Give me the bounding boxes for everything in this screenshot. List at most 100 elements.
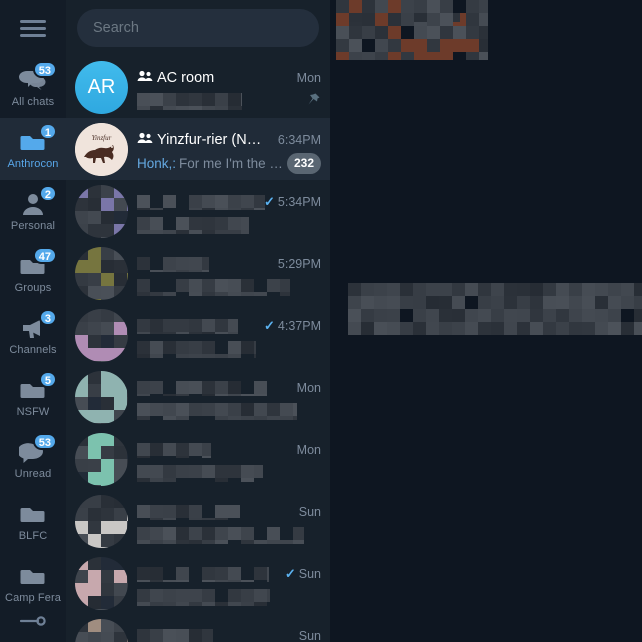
search-placeholder: Search <box>93 20 139 36</box>
sidebar-item-all-chats[interactable]: 53 All chats <box>0 56 66 118</box>
sidebar-item-camp-fera[interactable]: Camp Fera <box>0 552 66 614</box>
avatar <box>75 370 128 424</box>
unread-badge: 47 <box>32 246 57 264</box>
sidebar-item-unread[interactable]: 53 Unread <box>0 428 66 490</box>
chat-list-item[interactable]: ✓ Sun <box>66 552 330 614</box>
sidebar-item-groups[interactable]: 47 Groups <box>0 242 66 304</box>
folder-icon: 47 <box>18 246 57 279</box>
chat-timestamp: Mon <box>296 71 321 85</box>
unread-badge: 53 <box>32 432 57 450</box>
hamburger-menu-icon[interactable] <box>20 19 46 37</box>
search-input[interactable]: Search <box>77 9 319 47</box>
censored-message-snippet <box>137 526 304 544</box>
unread-badge: 2 <box>38 184 57 202</box>
sidebar-item-blfc[interactable]: BLFC <box>0 490 66 552</box>
censored-chat-title <box>137 504 240 520</box>
censored-chat-title <box>137 194 265 210</box>
chat-bubble-icon: 53 <box>18 432 57 465</box>
avatar-image: Yinzfur <box>75 122 128 176</box>
chat-list-item[interactable]: AR AC room Mon <box>66 56 330 118</box>
chat-title: Yinzfur-rier (NS… <box>157 132 268 148</box>
rail-header <box>0 0 66 56</box>
chat-timestamp-group: ✓ 5:34PM <box>258 194 321 210</box>
read-check-icon: ✓ <box>264 318 275 333</box>
person-icon: 2 <box>18 184 57 217</box>
avatar <box>75 556 128 610</box>
snippet-text: For me I'm the … <box>179 155 283 171</box>
chat-title: AC room <box>157 70 215 86</box>
chat-list-panel: Search AR AC room Mon Yinzfur Yinzfur-rier… <box>66 0 330 642</box>
chat-row-body: Sun <box>128 619 321 642</box>
censored-message-snippet <box>137 216 249 234</box>
sidebar-item-personal[interactable]: 2 Personal <box>0 180 66 242</box>
folder-icon <box>18 563 48 589</box>
chat-row-body: Sun <box>128 495 321 548</box>
chat-timestamp-group: Sun <box>293 629 321 642</box>
chat-row-body: 5:29PM <box>128 247 321 300</box>
chat-row-body: AC room Mon <box>128 61 321 114</box>
chat-list-item[interactable]: Mon <box>66 366 330 428</box>
search-bar: Search <box>66 0 330 56</box>
sidebar-item-channels[interactable]: 3 Channels <box>0 304 66 366</box>
censored-chat-title <box>137 566 269 582</box>
avatar-initials: AR <box>87 75 116 98</box>
message-pane <box>330 0 642 642</box>
chat-timestamp: Sun <box>298 505 321 519</box>
censored-chat-title <box>137 318 238 334</box>
rail-footer <box>0 606 66 640</box>
avatar <box>75 246 128 300</box>
chat-list-item[interactable]: Yinzfur Yinzfur-rier (NS… 6:34PM Honk,: For… <box>66 118 330 180</box>
app-window: 53 All chats 1 Anthrocon 2 Personal 47 Groups 3 C… <box>0 0 642 642</box>
chat-rows: AR AC room Mon Yinzfur Yinzfur-rier (NS… 6:… <box>66 56 330 642</box>
chat-timestamp-group: 5:29PM <box>272 257 321 271</box>
censored-message-snippet <box>137 402 297 420</box>
chat-timestamp: 4:37PM <box>277 319 321 333</box>
chat-timestamp-group: ✓ 4:37PM <box>258 318 321 334</box>
unread-badge: 5 <box>38 370 57 388</box>
svg-text:Yinzfur: Yinzfur <box>92 134 112 142</box>
chat-timestamp: 5:34PM <box>277 195 321 209</box>
pin-icon <box>306 92 321 110</box>
chat-timestamp-group: 6:34PM <box>272 133 321 147</box>
avatar: AR <box>75 60 128 114</box>
sidebar-item-anthrocon[interactable]: 1 Anthrocon <box>0 118 66 180</box>
read-check-icon: ✓ <box>264 194 275 209</box>
censored-chat-title <box>137 380 267 396</box>
avatar: Yinzfur <box>75 122 128 176</box>
megaphone-icon: 3 <box>18 308 57 341</box>
rail-item-list: 53 All chats 1 Anthrocon 2 Personal 47 Groups 3 C… <box>0 56 66 614</box>
sidebar-item-nsfw[interactable]: 5 NSFW <box>0 366 66 428</box>
chat-row-body: ✓ Sun <box>128 557 321 610</box>
chat-row-body: ✓ 5:34PM <box>128 185 321 238</box>
chat-timestamp: Sun <box>298 629 321 642</box>
sidebar-item-label: BLFC <box>18 529 48 542</box>
folders-rail: 53 All chats 1 Anthrocon 2 Personal 47 Groups 3 C… <box>0 0 66 642</box>
avatar <box>75 618 128 642</box>
censored-message-snippet <box>137 92 242 110</box>
chat-list-item[interactable]: ✓ 4:37PM <box>66 304 330 366</box>
unread-badge: 3 <box>38 308 57 326</box>
chat-list-item[interactable]: ✓ 5:34PM <box>66 180 330 242</box>
group-people-icon <box>137 131 153 149</box>
chat-list-item[interactable]: Sun <box>66 490 330 552</box>
unread-badge: 1 <box>38 122 57 140</box>
chat-list-item[interactable]: 5:29PM <box>66 242 330 304</box>
chat-row-body: Yinzfur-rier (NS… 6:34PM Honk,: For me I'm … <box>128 123 321 176</box>
sidebar-item-label: Personal <box>10 219 56 232</box>
chat-list-item[interactable]: Mon <box>66 428 330 490</box>
group-people-icon <box>137 69 153 87</box>
chat-timestamp: Mon <box>296 381 321 395</box>
censored-message-snippet <box>137 464 263 482</box>
chat-row-body: Mon <box>128 371 321 424</box>
settings-slider-icon[interactable] <box>18 614 48 633</box>
chat-row-body: ✓ 4:37PM <box>128 309 321 362</box>
chat-list-item[interactable]: Sun <box>66 614 330 642</box>
sidebar-item-label: Camp Fera <box>5 591 61 604</box>
censored-message-snippet <box>137 278 290 296</box>
censored-message-snippet <box>137 588 270 606</box>
sidebar-item-label: Unread <box>14 467 52 480</box>
folder-icon <box>18 501 48 527</box>
censored-chat-title <box>137 628 213 642</box>
chat-timestamp-group: ✓ Sun <box>279 566 321 582</box>
chat-row-body: Mon <box>128 433 321 486</box>
